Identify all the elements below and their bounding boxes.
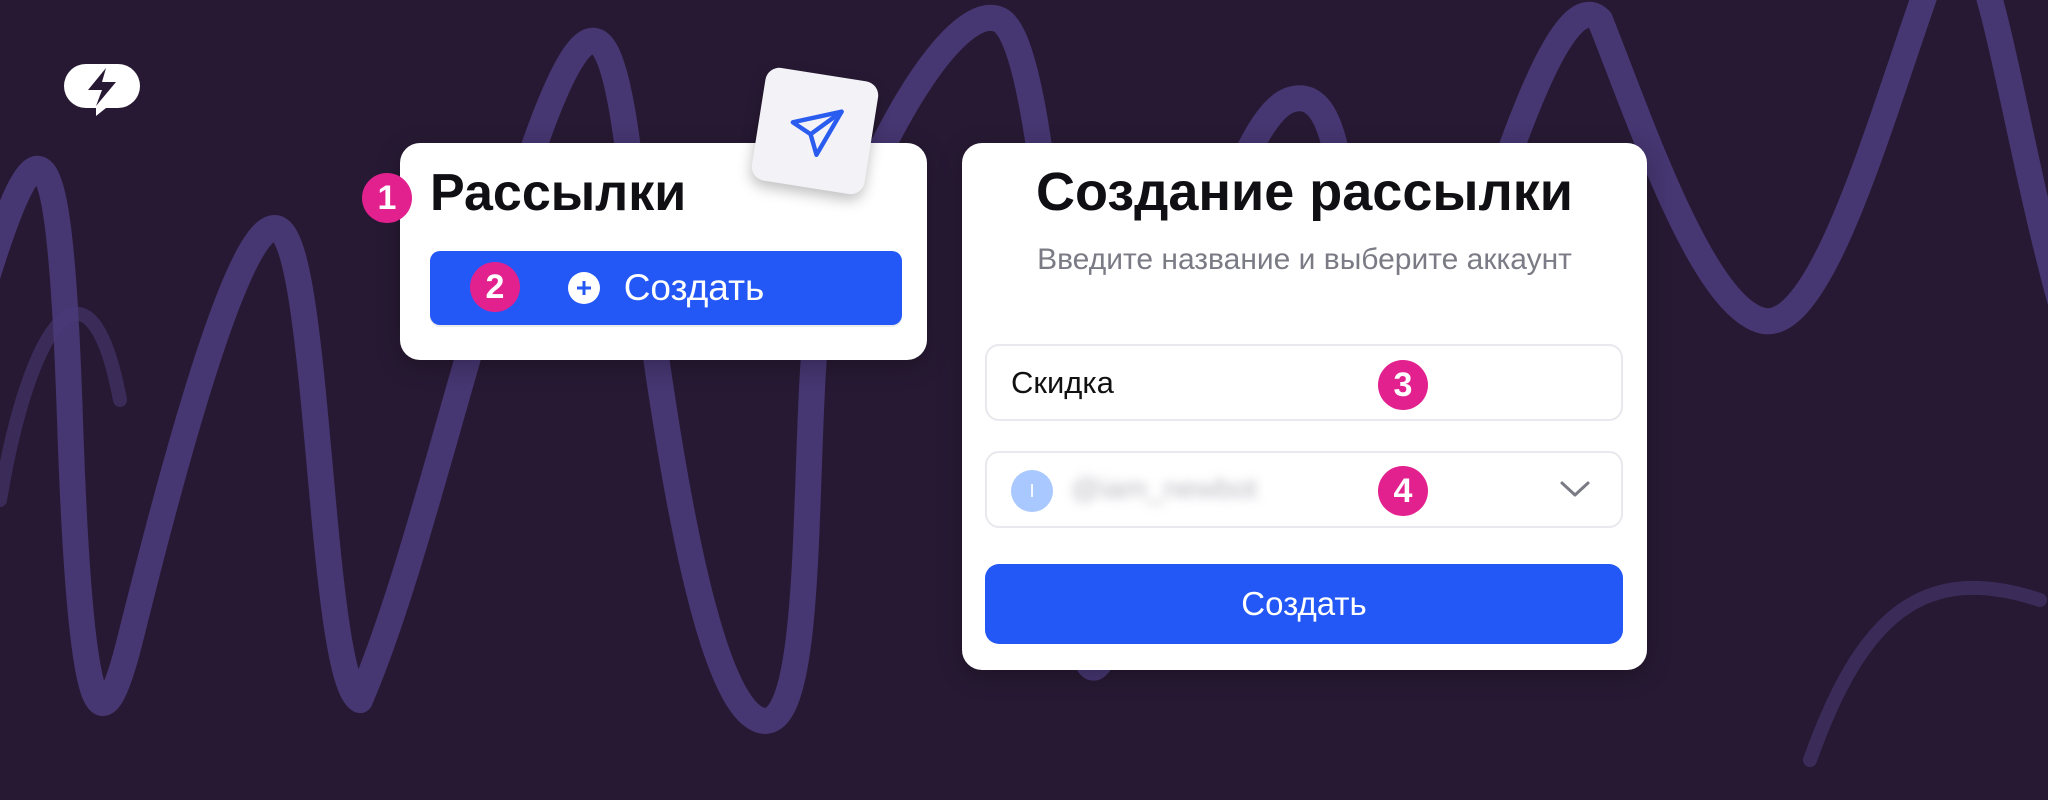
brand-logo-icon xyxy=(62,62,142,116)
submit-create-button[interactable]: Создать xyxy=(985,564,1623,644)
step-badge-3: 3 xyxy=(1378,360,1428,410)
step-badge-2: 2 xyxy=(470,262,520,312)
step-badge-4: 4 xyxy=(1378,466,1428,516)
account-avatar: I xyxy=(1011,470,1053,512)
submit-create-button-label: Создать xyxy=(1241,585,1367,622)
paper-plane-icon xyxy=(749,65,881,197)
account-select-value: @iam_newbot xyxy=(1071,473,1257,505)
chevron-down-icon[interactable] xyxy=(1559,479,1591,499)
mailing-name-input[interactable] xyxy=(1011,360,1571,405)
mailing-name-field xyxy=(985,344,1623,421)
create-mailing-card: Создание рассылки Введите название и выб… xyxy=(962,143,1647,670)
mailings-title: Рассылки xyxy=(430,164,687,222)
create-mailing-button-label: Создать xyxy=(623,267,765,308)
create-mailing-title: Создание рассылки xyxy=(1036,162,1573,222)
plus-circle-icon xyxy=(567,272,600,304)
account-select[interactable]: I @iam_newbot xyxy=(985,451,1623,528)
step-badge-1: 1 xyxy=(362,173,412,223)
create-mailing-subtitle: Введите название и выберите аккаунт xyxy=(1037,243,1572,276)
